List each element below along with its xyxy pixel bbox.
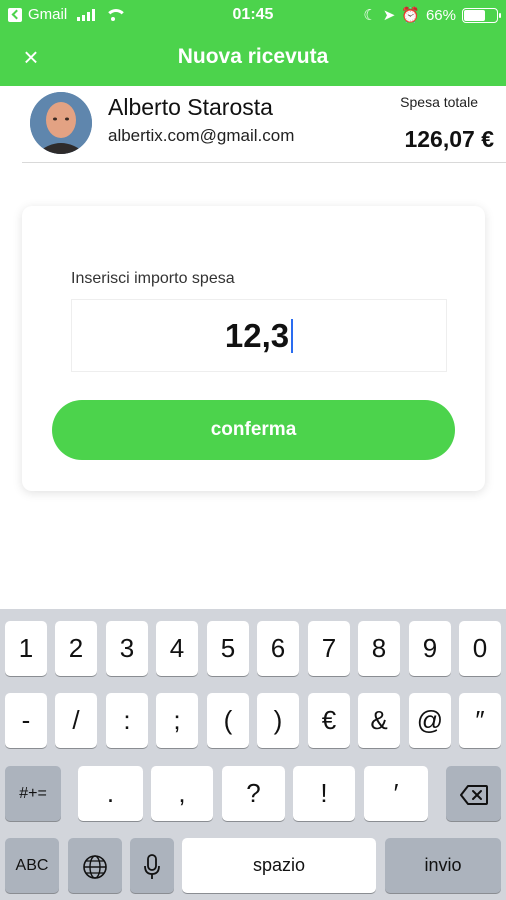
user-name: Alberto Starosta [108,94,273,120]
dictation-key[interactable] [130,838,174,893]
microphone-icon [144,854,160,880]
amount-label: Inserisci importo spesa [71,270,235,287]
status-bar: Gmail 01:45 ☾ ➤ ⏰ 66% [0,0,506,30]
expense-card: Inserisci importo spesa 12,3 conferma [22,206,485,491]
key-at[interactable]: @ [409,693,451,748]
amount-value: 12,3 [224,317,290,354]
key-open-paren[interactable]: ( [207,693,249,748]
location-icon: ➤ [382,7,396,24]
key-exclamation[interactable]: ! [293,766,355,821]
key-3[interactable]: 3 [106,621,148,676]
key-slash[interactable]: / [55,693,97,748]
key-comma[interactable]: , [151,766,213,821]
key-1[interactable]: 1 [5,621,47,676]
user-email: albertix.com@gmail.com [108,126,295,145]
key-close-paren[interactable]: ) [257,693,299,748]
key-symbols-switch[interactable]: #+= [5,766,61,821]
key-5[interactable]: 5 [207,621,249,676]
key-minus[interactable]: - [5,693,47,748]
key-period[interactable]: . [78,766,143,821]
key-ampersand[interactable]: & [358,693,400,748]
key-0[interactable]: 0 [459,621,501,676]
key-7[interactable]: 7 [308,621,350,676]
key-abc[interactable]: ABC [5,838,59,893]
key-euro[interactable]: € [308,693,350,748]
return-key[interactable]: invio [385,838,501,893]
page-title: Nuova ricevuta [177,45,329,68]
key-2[interactable]: 2 [55,621,97,676]
backspace-key[interactable] [446,766,501,821]
key-9[interactable]: 9 [409,621,451,676]
key-6[interactable]: 6 [257,621,299,676]
total-label: Spesa totale [400,94,478,110]
battery-icon [462,7,501,23]
key-double-quote[interactable]: ″ [459,693,501,748]
top-bar: Gmail 01:45 ☾ ➤ ⏰ 66% × Nuova ricevuta [0,0,506,86]
key-apostrophe[interactable]: ′ [364,766,428,821]
key-semicolon[interactable]: ; [156,693,198,748]
moon-icon: ☾ [363,7,377,24]
confirm-button[interactable]: conferma [52,400,455,460]
user-header: Alberto Starosta albertix.com@gmail.com … [22,86,506,163]
key-8[interactable]: 8 [358,621,400,676]
amount-input[interactable]: 12,3 [71,299,447,372]
total-value: 126,07 € [404,126,494,152]
alarm-icon: ⏰ [401,7,420,24]
backspace-icon [459,785,488,806]
key-question[interactable]: ? [222,766,285,821]
avatar [30,92,92,154]
battery-percent: 66% [425,6,456,24]
space-key[interactable]: spazio [182,838,376,893]
text-caret [291,319,294,354]
status-right: ☾ ➤ ⏰ 66% [363,6,501,24]
globe-icon [83,855,107,879]
keyboard: 1 2 3 4 5 6 7 8 9 0 - / : ; ( ) € & @ ″ … [0,609,506,900]
key-4[interactable]: 4 [156,621,198,676]
globe-key[interactable] [68,838,122,893]
key-colon[interactable]: : [106,693,148,748]
